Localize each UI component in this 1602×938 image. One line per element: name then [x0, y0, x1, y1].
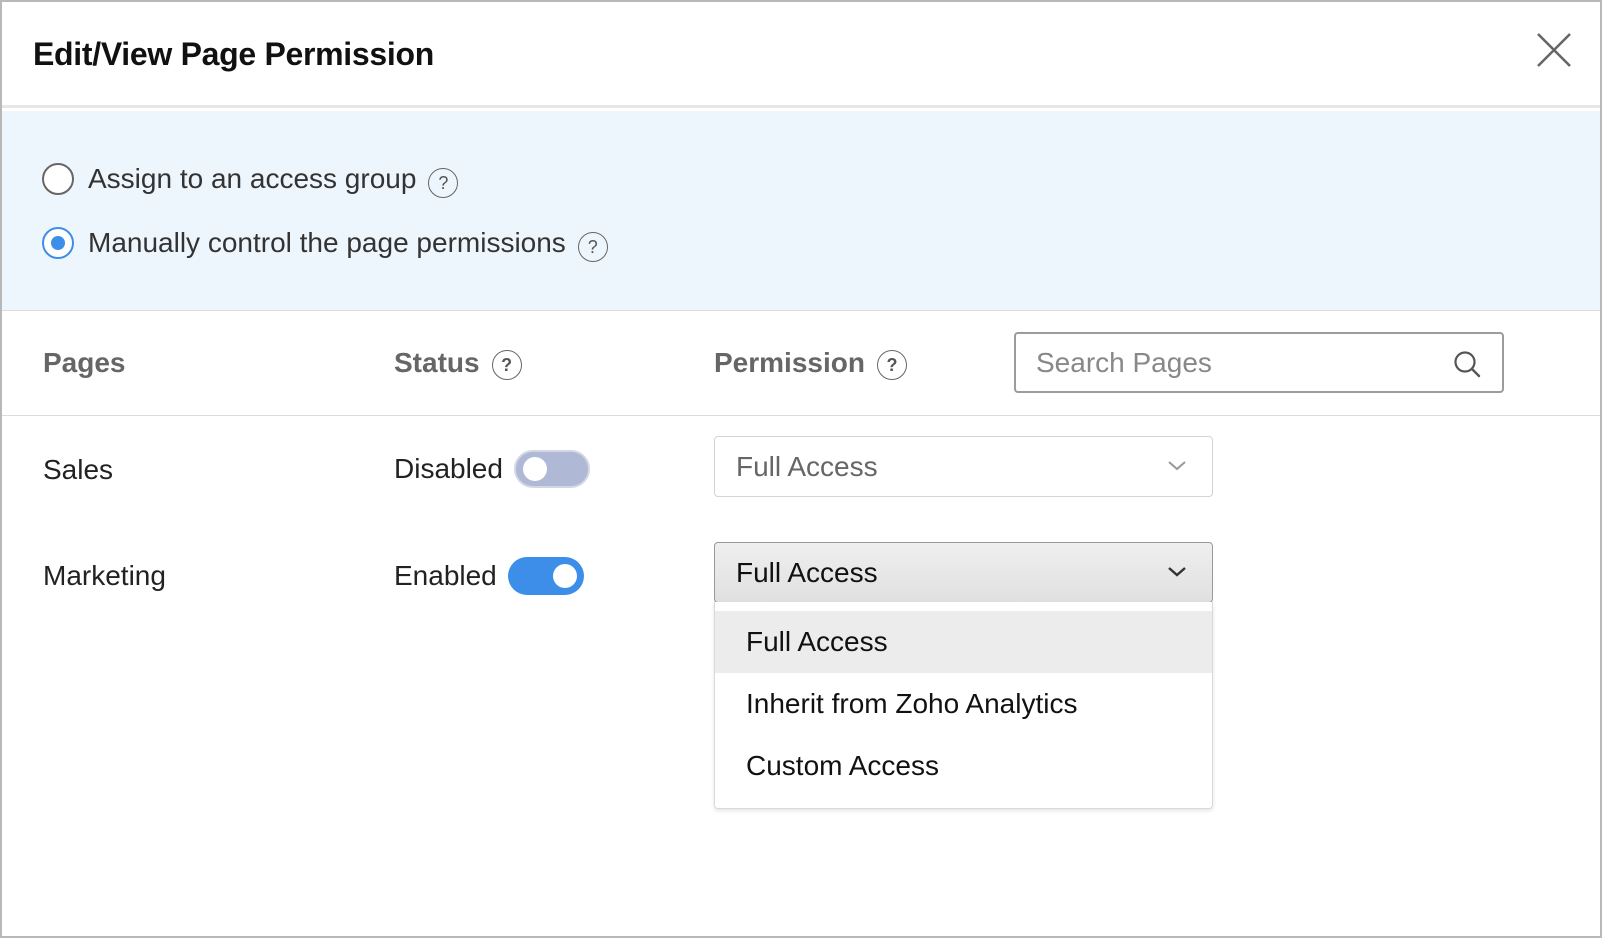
column-header-permission-label: Permission [714, 347, 865, 378]
manual-permissions-radio[interactable] [42, 227, 74, 259]
permission-value-sales: Full Access [736, 450, 878, 482]
search-pages-input[interactable] [1016, 334, 1436, 391]
column-header-status-label: Status [394, 347, 480, 378]
permission-mode-panel: Assign to an access group ? Manually con… [2, 111, 1600, 311]
close-icon [1537, 33, 1571, 67]
column-header-pages: Pages [43, 347, 126, 379]
permission-select-marketing[interactable]: Full Access [714, 542, 1213, 603]
status-label-sales: Disabled [394, 453, 503, 484]
column-header-status: Status ? [394, 347, 522, 380]
permission-dropdown-menu: Full Access Inherit from Zoho Analytics … [714, 602, 1213, 809]
dialog-title: Edit/View Page Permission [33, 36, 434, 72]
status-cell-marketing: Enabled [394, 557, 584, 595]
toggle-knob [552, 564, 577, 588]
help-icon[interactable]: ? [577, 232, 608, 262]
search-pages-box[interactable] [1014, 332, 1504, 393]
column-header-pages-label: Pages [43, 347, 126, 378]
assign-access-group-radio[interactable] [42, 163, 74, 195]
permission-value-marketing: Full Access [736, 556, 878, 588]
status-cell-sales: Disabled [394, 450, 590, 488]
chevron-down-icon [1168, 567, 1186, 577]
page-name-sales: Sales [43, 454, 114, 485]
status-toggle-marketing[interactable] [507, 557, 584, 595]
close-button[interactable] [1534, 30, 1574, 70]
page-permission-dialog: Edit/View Page Permission Assign to an a… [0, 0, 1602, 938]
help-icon[interactable]: ? [491, 350, 522, 380]
chevron-down-icon [1168, 461, 1186, 471]
help-icon[interactable]: ? [428, 168, 459, 198]
manual-permissions-option[interactable]: Manually control the page permissions ? [42, 223, 608, 263]
toggle-knob [522, 457, 547, 481]
permission-select-sales[interactable]: Full Access [714, 436, 1213, 497]
assign-access-group-option[interactable]: Assign to an access group ? [42, 159, 459, 199]
help-icon[interactable]: ? [876, 350, 907, 380]
dropdown-option-custom-access[interactable]: Custom Access [715, 735, 1212, 797]
status-label-marketing: Enabled [394, 560, 497, 591]
page-name-marketing: Marketing [43, 560, 166, 591]
dropdown-option-inherit[interactable]: Inherit from Zoho Analytics [715, 673, 1212, 735]
dropdown-option-full-access[interactable]: Full Access [715, 611, 1212, 673]
dialog-header: Edit/View Page Permission [2, 2, 1600, 108]
table-header-divider [2, 415, 1600, 416]
search-icon[interactable] [1452, 349, 1482, 379]
manual-permissions-label: Manually control the page permissions [88, 227, 566, 258]
assign-access-group-label: Assign to an access group [88, 163, 417, 194]
status-toggle-sales[interactable] [513, 450, 590, 488]
column-header-permission: Permission ? [714, 347, 907, 380]
